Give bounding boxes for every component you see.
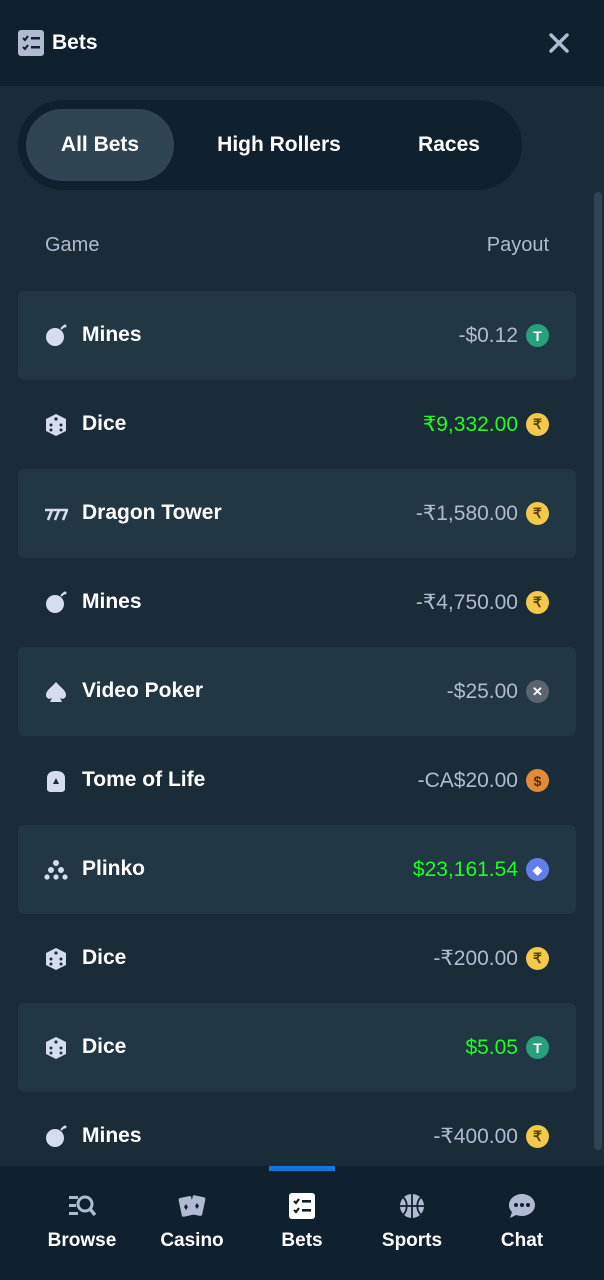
bets-icon — [288, 1192, 316, 1220]
game-name: Mines — [82, 323, 142, 346]
tab-all-bets[interactable]: All Bets — [26, 109, 174, 181]
payout-value: -₹200.00 — [433, 947, 518, 970]
game-name: Mines — [82, 590, 142, 613]
nav-label: Bets — [281, 1230, 323, 1251]
active-nav-indicator — [269, 1166, 335, 1171]
payout-value: ₹9,332.00 — [422, 413, 518, 436]
payout-value: -₹4,750.00 — [415, 591, 518, 614]
bottom-nav: Browse Casino Bets Sports Chat — [0, 1166, 604, 1280]
table-row[interactable]: Mines -₹4,750.00 ₹ — [18, 558, 576, 647]
xrp-coin-icon: ✕ — [526, 680, 549, 703]
payout-value: $23,161.54 — [412, 858, 518, 881]
column-header-payout: Payout — [486, 234, 549, 256]
close-icon — [549, 33, 569, 53]
chat-icon — [508, 1192, 536, 1220]
game-name: Video Poker — [82, 679, 203, 702]
nav-item-browse[interactable]: Browse — [27, 1188, 137, 1268]
inr-coin-icon: ₹ — [526, 502, 549, 525]
payout-value: -$25.00 — [446, 680, 518, 703]
bets-table: Mines -$0.12 T Dice ₹9,332.00 ₹ Dragon T… — [18, 291, 576, 1181]
panel-header: Bets — [0, 0, 604, 86]
inr-coin-icon: ₹ — [526, 591, 549, 614]
nav-label: Browse — [47, 1230, 117, 1251]
plinko-icon — [44, 858, 68, 882]
dice-icon — [44, 947, 68, 971]
scrollbar[interactable] — [594, 192, 602, 1150]
nav-item-bets[interactable]: Bets — [247, 1188, 357, 1268]
casino-cards-icon — [178, 1192, 206, 1220]
nav-label: Sports — [381, 1230, 443, 1251]
nav-item-casino[interactable]: Casino — [137, 1188, 247, 1268]
game-name: Plinko — [82, 857, 146, 880]
mines-icon — [44, 1125, 68, 1149]
tome-of-life-icon — [44, 769, 68, 793]
tab-races[interactable]: Races — [388, 109, 510, 181]
tab-high-rollers[interactable]: High Rollers — [188, 109, 370, 181]
spade-icon — [44, 680, 68, 704]
payout-value: -CA$20.00 — [417, 769, 518, 792]
game-name: Dice — [82, 412, 127, 435]
bets-icon — [18, 30, 44, 56]
game-name: Dice — [82, 1035, 127, 1058]
close-button[interactable] — [544, 28, 574, 58]
inr-coin-icon: ₹ — [526, 947, 549, 970]
table-row[interactable]: Plinko $23,161.54 ◆ — [18, 825, 576, 914]
table-row[interactable]: Dragon Tower -₹1,580.00 ₹ — [18, 469, 576, 558]
table-row[interactable]: Dice -₹200.00 ₹ — [18, 914, 576, 1003]
payout-value: -₹400.00 — [433, 1125, 518, 1148]
payout-value: -₹1,580.00 — [415, 502, 518, 525]
dragon-tower-icon — [44, 502, 68, 526]
inr-coin-icon: ₹ — [526, 1125, 549, 1148]
table-row[interactable]: Mines -$0.12 T — [18, 291, 576, 380]
game-name: Dragon Tower — [82, 501, 222, 524]
table-row[interactable]: Dice ₹9,332.00 ₹ — [18, 380, 576, 469]
dice-icon — [44, 413, 68, 437]
game-name: Mines — [82, 1124, 142, 1147]
nav-label: Chat — [500, 1230, 544, 1251]
column-header-game: Game — [45, 234, 100, 256]
nav-item-chat[interactable]: Chat — [467, 1188, 577, 1268]
panel-title: Bets — [52, 31, 98, 54]
payout-value: $5.05 — [465, 1036, 518, 1059]
browse-icon — [68, 1192, 96, 1220]
nav-item-sports[interactable]: Sports — [357, 1188, 467, 1268]
usdt-coin-icon: T — [526, 324, 549, 347]
dice-icon — [44, 1036, 68, 1060]
bet-tabs: All Bets High Rollers Races — [18, 100, 522, 190]
nav-label: Casino — [160, 1230, 224, 1251]
game-name: Tome of Life — [82, 768, 206, 791]
table-row[interactable]: Dice $5.05 T — [18, 1003, 576, 1092]
mines-icon — [44, 591, 68, 615]
inr-coin-icon: ₹ — [526, 413, 549, 436]
basketball-icon — [398, 1192, 426, 1220]
eth-coin-icon: ◆ — [526, 858, 549, 881]
cad-coin-icon: $ — [526, 769, 549, 792]
game-name: Dice — [82, 946, 127, 969]
usdt-coin-icon: T — [526, 1036, 549, 1059]
payout-value: -$0.12 — [458, 324, 518, 347]
table-row[interactable]: Tome of Life -CA$20.00 $ — [18, 736, 576, 825]
mines-icon — [44, 324, 68, 348]
table-row[interactable]: Video Poker -$25.00 ✕ — [18, 647, 576, 736]
